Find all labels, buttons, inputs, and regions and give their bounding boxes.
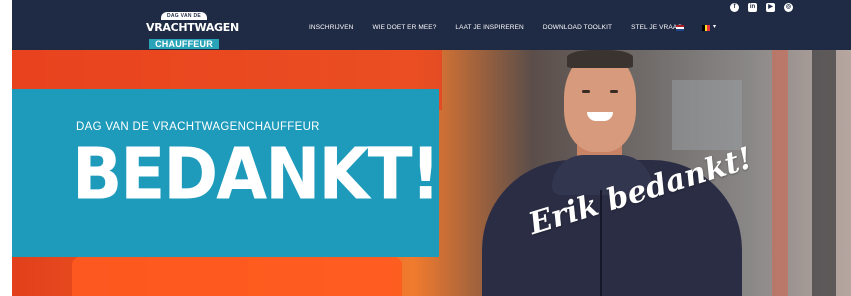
hero-background-shape xyxy=(772,50,788,296)
nav-item-download-toolkit[interactable]: DOWNLOAD TOOLKIT xyxy=(543,24,612,31)
hero-title: BEDANKT! xyxy=(72,132,441,216)
youtube-icon[interactable]: ▶ xyxy=(766,3,775,12)
person-eye xyxy=(582,90,590,93)
nav-item-stel-je-vraag[interactable]: STEL JE VRAAG xyxy=(631,24,682,31)
top-navbar: DAG VAN DE VRACHTWAGEN CHAUFFEUR 13 OKTO… xyxy=(12,0,851,66)
logo-sub-text: CHAUFFEUR xyxy=(149,39,219,49)
main-nav: INSCHRIJVEN WIE DOET ER MEE? LAAT JE INS… xyxy=(309,24,701,31)
person-hair xyxy=(567,50,633,68)
page-frame: DAG VAN DE VRACHTWAGEN CHAUFFEUR 13 OKTO… xyxy=(12,0,851,296)
nav-item-laat-je-inspireren[interactable]: LAAT JE INSPIREREN xyxy=(455,24,523,31)
nav-item-wie-doet-er-mee[interactable]: WIE DOET ER MEE? xyxy=(372,24,436,31)
hero-subtitle: DAG VAN DE VRACHTWAGENCHAUFFEUR xyxy=(76,121,320,133)
social-links: f in ▶ ◎ xyxy=(730,3,793,12)
hero-headline-panel: DAG VAN DE VRACHTWAGENCHAUFFEUR BEDANKT! xyxy=(12,89,441,257)
logo-top-text: DAG VAN DE xyxy=(160,12,208,20)
logo-main-text: VRACHTWAGEN xyxy=(146,21,239,34)
linkedin-icon[interactable]: in xyxy=(748,3,757,12)
language-dropdown-chevron-icon[interactable]: ▾ xyxy=(713,23,716,30)
person-eye xyxy=(610,90,618,93)
nl-flag-icon[interactable] xyxy=(676,25,684,31)
hero-background-shape xyxy=(812,50,836,296)
hero-background-shape xyxy=(672,80,742,150)
instagram-icon[interactable]: ◎ xyxy=(784,3,793,12)
be-flag-icon[interactable] xyxy=(702,25,710,31)
nav-item-inschrijven[interactable]: INSCHRIJVEN xyxy=(309,24,353,31)
site-logo[interactable]: DAG VAN DE VRACHTWAGEN CHAUFFEUR 13 OKTO… xyxy=(146,4,239,66)
facebook-icon[interactable]: f xyxy=(730,3,739,12)
